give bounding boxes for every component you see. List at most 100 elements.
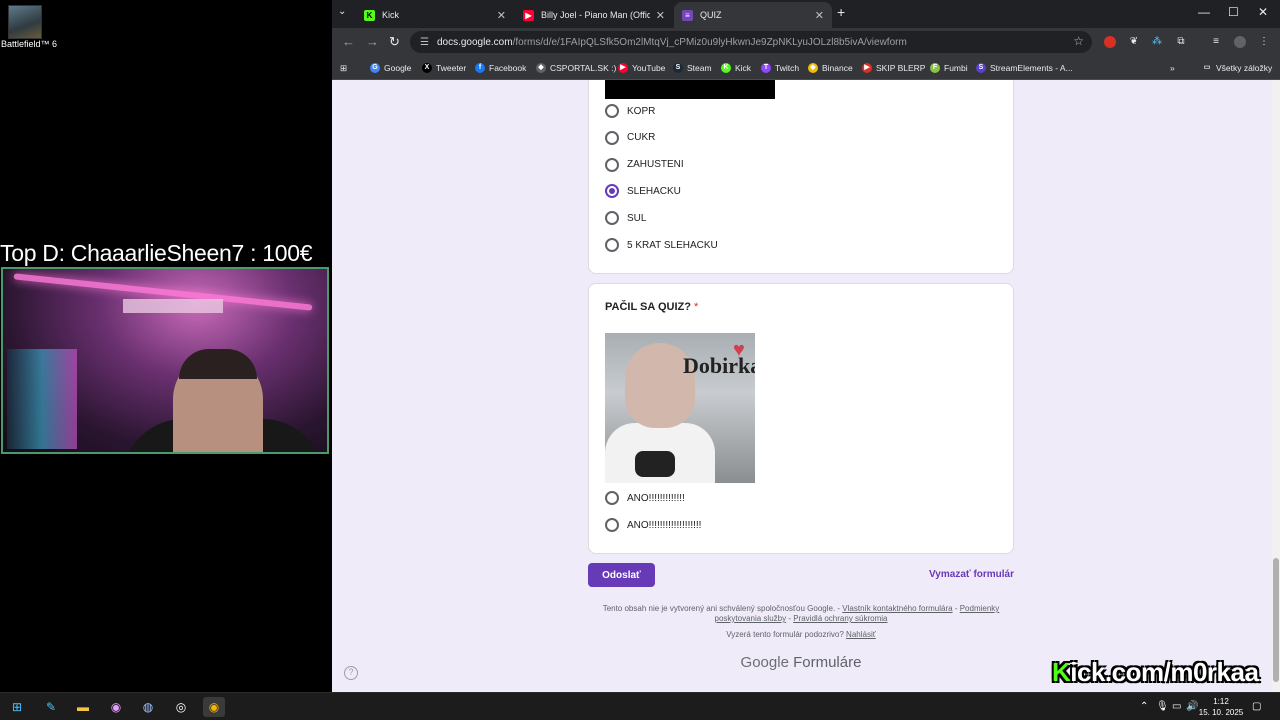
bookmark-item[interactable]: ◆ Binance <box>808 61 853 75</box>
microphone-icon[interactable]: 🎙 <box>1156 701 1169 712</box>
answer-option[interactable]: SLEHACKU <box>605 184 681 199</box>
separator: - <box>954 604 958 613</box>
tab-kick[interactable]: K Kick ✕ <box>356 2 514 28</box>
more-bookmarks-icon[interactable]: » <box>1170 61 1175 75</box>
extensions-puzzle-icon[interactable]: ⧉ <box>1175 36 1187 48</box>
profile-avatar[interactable] <box>1234 36 1246 48</box>
notifications-icon[interactable]: ▢ <box>1252 701 1261 712</box>
pen-app-icon[interactable]: ✎ <box>40 697 62 717</box>
answer-option[interactable]: ANO!!!!!!!!!!!!!!!!!!! <box>605 518 701 532</box>
tray-overflow-icon[interactable]: ⌃ <box>1140 701 1148 712</box>
bookmark-favicon-icon: ▶ <box>862 63 872 73</box>
form-owner-link[interactable]: Vlastník kontaktného formulára <box>842 604 952 613</box>
extension-red-icon[interactable] <box>1104 36 1116 48</box>
bookmark-item[interactable]: K Kick <box>721 61 751 75</box>
answer-option[interactable]: ANO!!!!!!!!!!!!! <box>605 491 685 505</box>
bookmark-favicon-icon: G <box>370 63 380 73</box>
obs-icon[interactable]: ◎ <box>170 697 192 717</box>
bookmark-item[interactable]: F Fumbi <box>930 61 968 75</box>
radio-unchecked-icon[interactable] <box>605 157 619 172</box>
report-link[interactable]: Nahlásiť <box>846 630 876 639</box>
radio-unchecked-icon[interactable] <box>605 130 619 145</box>
maximize-icon[interactable]: ☐ <box>1228 5 1239 19</box>
privacy-link[interactable]: Pravidlá ochrany súkromia <box>793 614 887 623</box>
bookmark-item[interactable]: X Tweeter <box>422 61 466 75</box>
scrollbar-thumb[interactable] <box>1273 558 1279 682</box>
battlefield-desktop-icon[interactable] <box>8 5 42 39</box>
url-host: docs.google.com <box>436 36 513 48</box>
all-bookmarks-label: Všetky záložky <box>1216 63 1273 73</box>
bookmark-item[interactable]: ◆ CSPORTAL.SK :) <box>536 61 616 75</box>
watermark-text: ick.com/m0rkaa <box>1070 657 1259 687</box>
window-close-icon[interactable]: ✕ <box>1258 5 1268 19</box>
system-clock[interactable]: 1:12 15. 10. 2025 <box>1196 696 1246 718</box>
new-tab-icon[interactable]: + <box>837 4 845 20</box>
radio-unchecked-icon[interactable] <box>605 104 619 118</box>
radio-unchecked-icon[interactable] <box>605 211 619 226</box>
chrome-icon[interactable]: ◉ <box>203 697 225 717</box>
radio-checked-icon[interactable] <box>605 184 619 199</box>
extension-leaf-icon[interactable]: ❦ <box>1128 36 1140 48</box>
all-bookmarks-folder[interactable]: ▭ Všetky záložky <box>1202 61 1273 75</box>
minimize-icon[interactable]: — <box>1198 5 1210 19</box>
extension-blue-icon[interactable]: ⁂ <box>1151 36 1163 48</box>
bookmark-item[interactable]: S Steam <box>673 61 712 75</box>
close-icon[interactable]: ✕ <box>656 9 665 22</box>
bookmark-label: SKIP BLERP <box>876 63 926 73</box>
tab-search-icon[interactable]: ⌄ <box>338 6 346 17</box>
answer-option[interactable]: ZAHUSTENI <box>605 157 684 172</box>
bookmark-star-icon[interactable]: ☆ <box>1073 34 1084 48</box>
apps-grid-icon[interactable]: ⊞ <box>340 61 347 75</box>
site-info-icon[interactable]: ☰ <box>420 37 429 48</box>
google-forms-logo[interactable]: Google Formuláre <box>588 654 1014 671</box>
menu-kebab-icon[interactable]: ⋮ <box>1258 36 1270 48</box>
bookmark-item[interactable]: S StreamElements - A... <box>976 61 1073 75</box>
pc-case <box>7 349 77 449</box>
bookmark-label: Facebook <box>489 63 527 73</box>
bookmark-favicon-icon: X <box>422 63 432 73</box>
bookmark-item[interactable]: ▶ SKIP BLERP <box>862 61 925 75</box>
stream-overlay-pane: Battlefield™ 6 Top D: ChaaarlieSheen7 : … <box>0 0 332 692</box>
forms-icon: ≡ <box>682 9 693 21</box>
browser-window: ⌄ K Kick ✕ ▶ Billy Joel - Piano Man (Off… <box>332 0 1280 692</box>
steam-icon[interactable]: ◍ <box>137 697 159 717</box>
shelf <box>123 299 223 313</box>
page-scrollbar[interactable] <box>1272 80 1280 692</box>
option-label: 5 KRAT SLEHACKU <box>627 239 718 251</box>
answer-option[interactable]: 5 KRAT SLEHACKU <box>605 238 718 252</box>
windows-taskbar: ⊞ ✎ ▬ ◉ ◍ ◎ ◉ ⌃ 🎙 ▭ 🔊 1:12 15. 10. 2025 … <box>0 692 1280 720</box>
address-bar[interactable]: ☰ docs.google.com/forms/d/e/1FAIpQLSfk5O… <box>410 31 1092 53</box>
chrome-profile-icon[interactable]: ◉ <box>105 697 127 717</box>
start-icon[interactable]: ⊞ <box>6 697 28 717</box>
bookmark-item[interactable]: ▶ YouTube <box>618 61 665 75</box>
answer-option[interactable]: CUKR <box>605 130 655 145</box>
bookmark-item[interactable]: G Google <box>370 61 411 75</box>
tab-youtube[interactable]: ▶ Billy Joel - Piano Man (Official I ✕ <box>515 2 673 28</box>
bookmark-item[interactable]: f Facebook <box>475 61 526 75</box>
question-card-2: PAČIL SA QUIZ? * Dobirka ♥ ANO!!!!!!!!!!!… <box>588 283 1014 554</box>
tab-quiz[interactable]: ≡ QUIZ ✕ <box>674 2 832 28</box>
radio-unchecked-icon[interactable] <box>605 491 619 505</box>
answer-option[interactable]: SUL <box>605 211 646 226</box>
forward-icon[interactable]: → <box>366 34 379 49</box>
answer-option[interactable]: KOPR <box>605 104 655 118</box>
help-icon[interactable]: ? <box>344 666 358 680</box>
media-control-icon[interactable]: ≡ <box>1210 36 1222 48</box>
close-icon[interactable]: ✕ <box>497 9 506 22</box>
network-icon[interactable]: ▭ <box>1172 701 1181 712</box>
webcam-feed <box>1 267 329 454</box>
radio-unchecked-icon[interactable] <box>605 238 619 252</box>
submit-button[interactable]: Odoslať <box>588 563 655 587</box>
bookmark-item[interactable]: T Twitch <box>761 61 799 75</box>
bookmark-label: Twitch <box>775 63 800 73</box>
bookmark-label: Kick <box>735 63 752 73</box>
close-icon[interactable]: ✕ <box>815 9 824 22</box>
bookmark-favicon-icon: f <box>475 63 485 73</box>
clear-form-link[interactable]: Vymazať formulár <box>929 569 1014 580</box>
file-explorer-icon[interactable]: ▬ <box>72 697 94 717</box>
reload-icon[interactable]: ↻ <box>389 34 400 50</box>
back-icon[interactable]: ← <box>342 34 355 49</box>
report-abuse: Vyzerá tento formulár podozrivo? Nahlási… <box>588 630 1014 639</box>
radio-unchecked-icon[interactable] <box>605 518 619 532</box>
brand-forms: Formuláre <box>793 654 862 671</box>
